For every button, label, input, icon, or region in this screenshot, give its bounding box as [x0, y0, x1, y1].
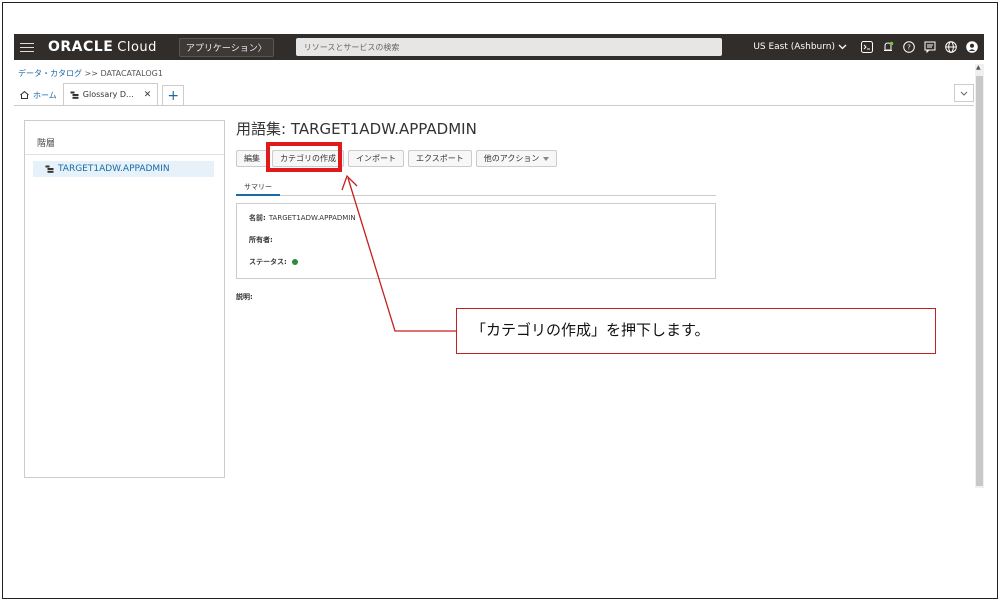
owner-label: 所有者: [249, 236, 273, 244]
instruction-callout: 「カテゴリの作成」を押下します。 [456, 308, 936, 354]
breadcrumb-separator: >> [84, 69, 98, 78]
chevron-down-icon [838, 44, 847, 50]
status-label: ステータス: [249, 258, 287, 266]
chevron-down-icon [543, 156, 550, 161]
tabs-dropdown-button[interactable] [954, 84, 974, 102]
summary-status-row: ステータス: [249, 257, 703, 267]
chat-icon[interactable] [924, 41, 936, 53]
user-icon[interactable] [966, 41, 978, 53]
search-input[interactable]: リソースとサービスの検索 [295, 38, 722, 56]
other-actions-label: 他のアクション [483, 154, 540, 163]
chevron-down-icon [960, 91, 968, 96]
hierarchy-panel: 階層 TARGET1ADW.APPADMIN [24, 120, 225, 478]
tab-home[interactable]: ホーム [14, 85, 63, 105]
glossary-icon [70, 91, 79, 99]
add-tab-button[interactable]: + [162, 85, 185, 105]
tab-bar: ホーム Glossary D... ✕ + [14, 83, 974, 106]
tree-item-label: TARGET1ADW.APPADMIN [58, 164, 170, 174]
tab-glossary[interactable]: Glossary D... ✕ [62, 83, 159, 105]
applications-button[interactable]: アプリケーション〉 [178, 37, 274, 57]
name-value: TARGET1ADW.APPADMIN [268, 214, 356, 222]
import-button[interactable]: インポート [348, 150, 404, 167]
tree-item-glossary[interactable]: TARGET1ADW.APPADMIN [33, 161, 214, 177]
globe-icon[interactable] [945, 41, 957, 53]
tab-summary[interactable]: サマリー [236, 180, 280, 196]
svg-text:?: ? [907, 44, 911, 52]
help-icon[interactable]: ? [903, 41, 915, 53]
summary-owner-row: 所有者: [249, 235, 703, 245]
hierarchy-header: 階層 [25, 121, 224, 155]
create-category-highlight [266, 142, 342, 172]
scroll-up-icon[interactable]: ▲ [976, 64, 981, 71]
breadcrumb-data-catalog-link[interactable]: データ・カタログ [18, 69, 82, 78]
breadcrumb-current: DATACATALOG1 [100, 69, 163, 78]
summary-panel: 名前: TARGET1ADW.APPADMIN 所有者: ステータス: [236, 203, 716, 279]
breadcrumb: データ・カタログ >> DATACATALOG1 [18, 68, 163, 79]
glossary-icon [45, 165, 54, 173]
summary-name-row: 名前: TARGET1ADW.APPADMIN [249, 213, 703, 223]
region-label: US East (Ashburn) [753, 42, 835, 52]
top-navigation-bar: ORACLE Cloud アプリケーション〉 リソースとサービスの検索 US Ea… [14, 34, 984, 60]
status-active-icon [291, 259, 298, 265]
logo-text: ORACLE [48, 39, 114, 55]
tab-home-label: ホーム [33, 90, 57, 100]
bell-icon[interactable] [882, 41, 894, 53]
subtab-bar: サマリー [236, 180, 716, 196]
scrollbar-thumb[interactable] [976, 76, 983, 486]
page-title: 用語集: TARGET1ADW.APPADMIN [236, 120, 477, 138]
oracle-cloud-logo[interactable]: ORACLE Cloud [48, 39, 157, 55]
logo-sub-text: Cloud [117, 40, 157, 55]
edit-button[interactable]: 編集 [236, 150, 268, 167]
tab-glossary-label: Glossary D... [82, 90, 134, 99]
name-label: 名前: [249, 214, 266, 222]
page-scrollbar[interactable]: ▲ [975, 64, 984, 488]
description-label: 説明: [236, 293, 253, 301]
terminal-icon[interactable] [861, 41, 873, 53]
export-button[interactable]: エクスポート [408, 150, 472, 167]
plus-icon: + [167, 87, 180, 104]
other-actions-button[interactable]: 他のアクション [475, 150, 558, 167]
menu-icon[interactable] [20, 42, 34, 52]
close-icon[interactable]: ✕ [144, 90, 152, 100]
home-icon [20, 91, 29, 99]
region-selector[interactable]: US East (Ashburn) [753, 42, 847, 52]
